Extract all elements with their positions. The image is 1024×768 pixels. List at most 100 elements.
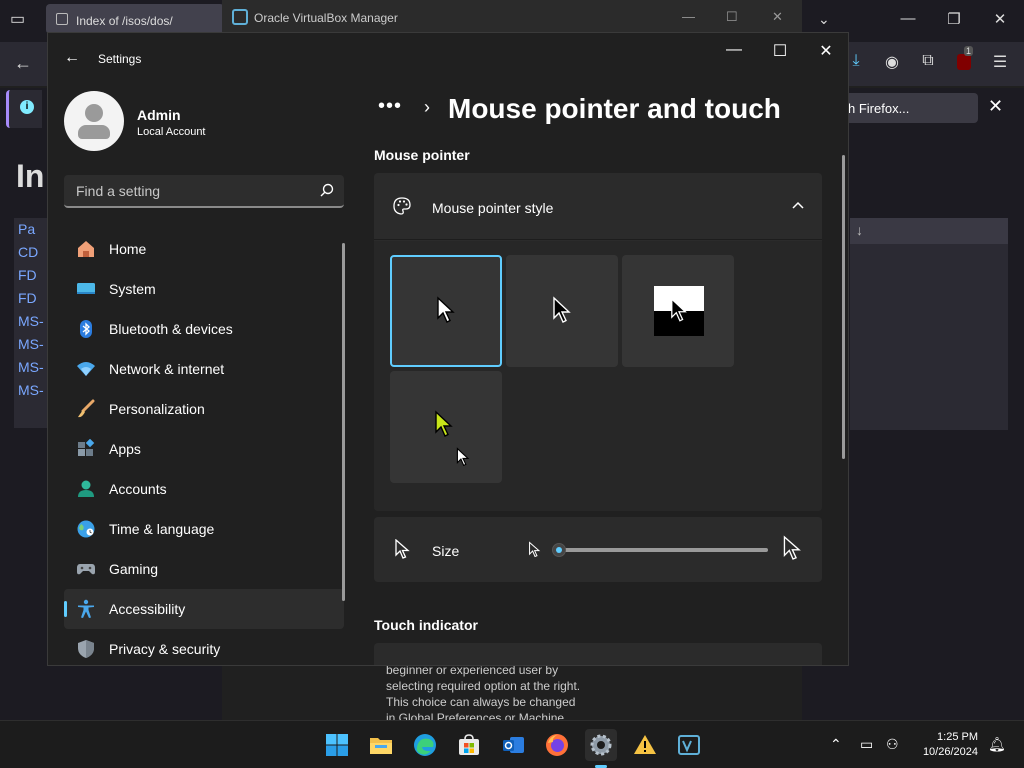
edge-button[interactable] [409, 729, 441, 761]
white-cursor-icon [437, 296, 455, 323]
nav-item-bluetooth[interactable]: Bluetooth & devices [64, 309, 344, 349]
system-clock[interactable]: 1:25 PM 10/26/2024 [910, 730, 978, 760]
notification-close-icon[interactable]: ✕ [988, 96, 1003, 117]
main-scrollbar[interactable] [842, 155, 845, 459]
extensions-icon[interactable]: ⧉ [918, 52, 938, 72]
firefox-icon [546, 734, 568, 756]
pointer-style-header[interactable]: Mouse pointer style [374, 173, 822, 240]
ublock-icon[interactable]: 1 [954, 46, 974, 72]
size-slider[interactable] [552, 543, 774, 557]
store-button[interactable] [453, 729, 485, 761]
settings-app-title: Settings [98, 52, 142, 66]
nav-item-accessibility[interactable]: Accessibility [64, 589, 344, 629]
nav-item-home[interactable]: Home [64, 229, 344, 269]
nav-item-system[interactable]: System [64, 269, 344, 309]
nav-item-apps[interactable]: Apps [64, 429, 344, 469]
shield-icon [78, 640, 94, 658]
firefox-minimize-icon[interactable]: — [898, 10, 918, 27]
firefox-button[interactable] [541, 729, 573, 761]
user-name: Admin [137, 107, 181, 123]
notification-button[interactable]: h Firefox... [838, 93, 978, 123]
vbox-minimize-icon[interactable]: — [682, 9, 695, 24]
description-line: This choice can always be changed [386, 695, 576, 709]
nav-item-gaming[interactable]: Gaming [64, 549, 344, 589]
settings-nav: Home System Bluetooth & devices Network … [64, 229, 344, 665]
search-box[interactable] [64, 175, 344, 208]
display-icon[interactable]: ▭ [860, 736, 873, 753]
search-icon[interactable] [320, 183, 334, 197]
nav-label: Gaming [109, 561, 159, 577]
clock-time: 1:25 PM [937, 731, 978, 743]
touch-indicator-card[interactable] [374, 643, 822, 665]
tab-list-icon[interactable]: ▭ [10, 9, 25, 29]
nav-item-privacy[interactable]: Privacy & security [64, 629, 344, 665]
nav-label: System [109, 281, 156, 297]
firefox-close-icon[interactable]: ✕ [990, 10, 1010, 28]
network-status-icon[interactable]: ⚇ [886, 736, 899, 753]
warning-button[interactable] [629, 729, 661, 761]
pointer-style-label: Mouse pointer style [432, 200, 554, 216]
pointer-option-white[interactable] [390, 255, 502, 367]
store-icon [459, 734, 479, 755]
active-indicator [64, 601, 67, 617]
firefox-tab[interactable]: Index of /isos/dos/ [46, 4, 224, 34]
notifications-icon[interactable]: 🔔︎ [988, 736, 1006, 753]
file-explorer-button[interactable] [365, 729, 397, 761]
vbox-close-icon[interactable]: ✕ [772, 9, 783, 25]
vbox-maximize-icon[interactable]: ☐ [726, 9, 738, 25]
network-icon [77, 362, 95, 376]
apps-icon [78, 439, 95, 456]
avatar [64, 91, 124, 151]
section-touch-indicator: Touch indicator [374, 617, 478, 633]
nav-item-personalization[interactable]: Personalization [64, 389, 344, 429]
firefox-tab-title: Index of /isos/dos/ [76, 14, 173, 28]
slider-thumb[interactable] [552, 543, 566, 557]
show-hidden-icons-icon[interactable]: ⌃ [830, 736, 842, 753]
back-icon[interactable]: ← [64, 49, 80, 67]
nav-item-network[interactable]: Network & internet [64, 349, 344, 389]
chevron-up-icon[interactable] [790, 198, 806, 214]
outlook-button[interactable] [497, 729, 529, 761]
firefox-restore-icon[interactable]: ❐ [944, 10, 964, 28]
start-button[interactable] [321, 729, 353, 761]
outlook-icon [503, 737, 524, 753]
accounts-icon [78, 480, 94, 497]
search-input[interactable] [64, 175, 314, 206]
slider-track [558, 548, 768, 552]
virtualbox-titlebar: Oracle VirtualBox Manager — ☐ ✕ [222, 0, 802, 34]
clock-date: 10/26/2024 [922, 746, 978, 758]
firefox-back-icon[interactable]: ← [14, 53, 32, 74]
settings-button[interactable] [585, 729, 617, 768]
pointer-style-expander: Mouse pointer style [374, 173, 822, 511]
close-icon[interactable]: ✕ [816, 41, 836, 61]
pointer-size-card: Size [374, 517, 822, 582]
minimize-icon[interactable]: — [724, 41, 744, 59]
nav-item-accounts[interactable]: Accounts [64, 469, 344, 509]
info-icon: i [20, 100, 34, 114]
list-all-tabs-icon[interactable]: ⌄ [818, 11, 830, 28]
nav-label: Personalization [109, 401, 205, 417]
section-mouse-pointer: Mouse pointer [374, 147, 470, 163]
sort-arrow-icon[interactable]: ↓ [850, 218, 1008, 244]
nav-scrollbar[interactable] [342, 243, 345, 601]
account-icon[interactable]: ◉ [882, 52, 902, 72]
virtualbox-button[interactable] [673, 729, 705, 761]
page-title: Mouse pointer and touch [448, 93, 781, 124]
pointer-option-black[interactable] [506, 255, 618, 367]
custom-color-cursor-icon [435, 410, 453, 437]
breadcrumb-separator-icon: › [424, 97, 430, 117]
virtualbox-logo-icon [232, 9, 248, 25]
pointer-style-options [374, 241, 822, 511]
inverted-cursor-icon [671, 297, 687, 322]
large-pointer-icon [783, 535, 801, 560]
warning-icon [634, 735, 656, 754]
breadcrumb-overflow-button[interactable]: ••• [378, 95, 402, 118]
nav-item-time-language[interactable]: Time & language [64, 509, 344, 549]
nav-label: Accounts [109, 481, 167, 497]
pointer-option-custom[interactable] [390, 371, 502, 483]
download-icon[interactable]: ⤓ [846, 52, 866, 72]
settings-window: ← Settings — ☐ ✕ Admin Local Account Hom… [47, 32, 849, 666]
maximize-icon[interactable]: ☐ [770, 41, 790, 61]
pointer-option-inverted[interactable] [622, 255, 734, 367]
menu-icon[interactable]: ☰ [990, 52, 1010, 72]
